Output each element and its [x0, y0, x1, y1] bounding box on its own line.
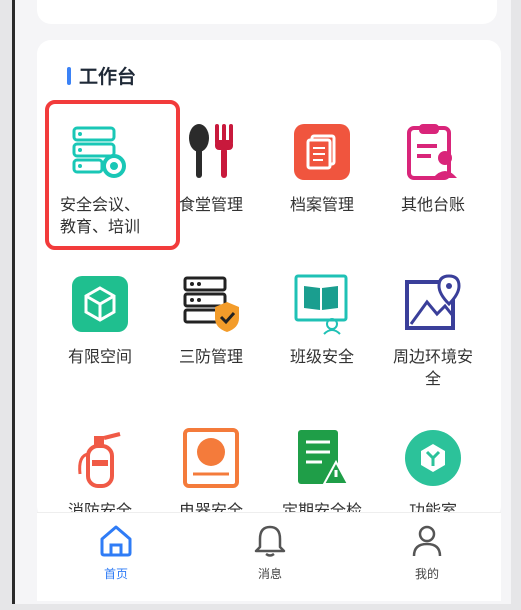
tab-messages-label: 消息 [257, 567, 282, 581]
tile-three-prevention[interactable]: 三防管理 [156, 272, 266, 368]
tile-function-room[interactable]: 功能室 [378, 426, 488, 520]
tile-confined-space[interactable]: 有限空间 [45, 272, 155, 368]
tab-messages[interactable]: 消息 [225, 523, 315, 582]
tile-label: 班级安全 [289, 347, 354, 366]
section-title-text: 工作台 [79, 66, 137, 88]
tile-label: 三防管理 [178, 347, 243, 366]
archive-icon [290, 120, 354, 184]
phone-screen: 工作台 安全会议、 教育、培训 食堂管理 档案管理 其他台账 有限空间 三防管理… [12, 0, 511, 604]
title-accent-bar [67, 66, 71, 85]
checklist-warning-icon [290, 426, 354, 490]
tile-label: 其他台账 [400, 195, 465, 214]
map-pin-icon [401, 272, 465, 336]
tile-other-ledgers[interactable]: 其他台账 [378, 120, 488, 216]
tile-canteen[interactable]: 食堂管理 [156, 120, 266, 216]
spoon-fork-icon [179, 120, 243, 184]
tile-regular-inspection[interactable]: 定期安全检 [267, 426, 377, 520]
tile-label: 食堂管理 [178, 195, 243, 214]
workbench-panel: 工作台 安全会议、 教育、培训 食堂管理 档案管理 其他台账 有限空间 三防管理… [37, 40, 501, 520]
tile-safety-meeting[interactable]: 安全会议、 教育、培训 [45, 100, 180, 250]
tile-fire-safety[interactable]: 消防安全 [45, 426, 155, 520]
bottom-tab-bar: 首页 消息 我的 [37, 512, 501, 601]
tile-surrounding-env[interactable]: 周边环境安 全 [378, 272, 488, 390]
clipboard-user-icon [401, 120, 465, 184]
tab-mine-label: 我的 [414, 567, 439, 581]
fire-extinguisher-icon [68, 426, 132, 490]
tile-label: 档案管理 [289, 195, 354, 214]
function-room-icon [401, 426, 465, 490]
tile-label: 有限空间 [67, 347, 132, 366]
cube-icon [68, 272, 132, 336]
tab-home[interactable]: 首页 [71, 523, 161, 582]
tab-home-label: 首页 [103, 567, 128, 581]
top-card [37, 0, 497, 24]
tile-class-safety[interactable]: 班级安全 [267, 272, 377, 368]
tab-mine[interactable]: 我的 [382, 523, 472, 582]
user-icon [412, 525, 442, 557]
home-icon [100, 525, 132, 557]
server-shield-icon [179, 272, 243, 336]
book-board-icon [290, 272, 354, 336]
tile-archives[interactable]: 档案管理 [267, 120, 377, 216]
tile-label: 周边环境安 全 [392, 347, 473, 388]
bell-icon [254, 525, 286, 557]
section-title: 工作台 [67, 62, 136, 89]
tile-electrical-safety[interactable]: 电器安全 [156, 426, 266, 520]
electric-stove-icon [179, 426, 243, 490]
